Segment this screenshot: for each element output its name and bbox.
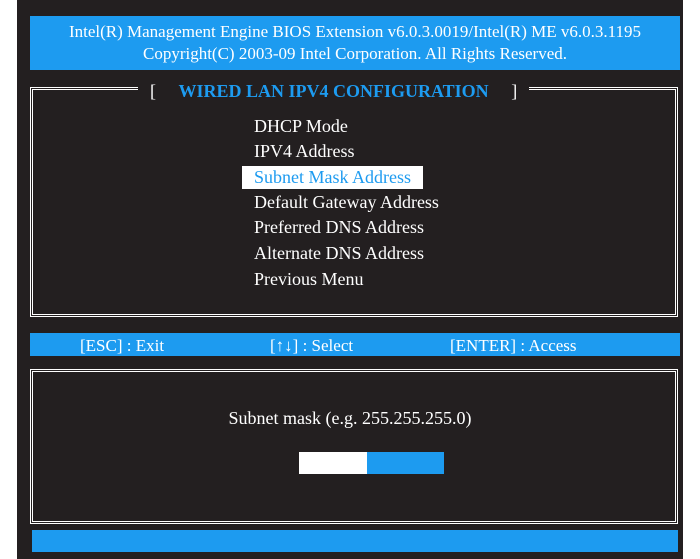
header-copyright-line: Copyright(C) 2003-09 Intel Corporation. … [142, 44, 567, 63]
menu-item-default-gateway-address[interactable]: Default Gateway Address [242, 191, 451, 214]
menu-item-ipv4-address[interactable]: IPV4 Address [242, 140, 367, 163]
title-bracket-close: ] [511, 81, 518, 101]
title-bracket-open: [ [150, 81, 156, 101]
key-help-bar: [ESC] : Exit [↑↓] : Select [ENTER] : Acc… [30, 333, 680, 356]
menu-item-alternate-dns-address[interactable]: Alternate DNS Address [242, 242, 436, 265]
menu-title: [ WIRED LAN IPV4 CONFIGURATION ] [138, 79, 530, 103]
header-version-line: Intel(R) Management Engine BIOS Extensio… [68, 22, 642, 41]
status-bar [32, 530, 678, 552]
input-prompt: Subnet mask (e.g. 255.255.255.0) [228, 408, 472, 428]
menu-item-previous-menu[interactable]: Previous Menu [242, 268, 376, 291]
bios-screen: Intel(R) Management Engine BIOS Extensio… [17, 0, 683, 559]
menu-item-subnet-mask-address[interactable]: Subnet Mask Address [242, 166, 423, 189]
input-cursor [299, 452, 367, 474]
menu-title-text: WIRED LAN IPV4 CONFIGURATION [178, 81, 489, 101]
help-select: [↑↓] : Select [270, 336, 354, 355]
help-esc-exit: [ESC] : Exit [80, 336, 165, 355]
menu-item-dhcp-mode[interactable]: DHCP Mode [242, 115, 360, 138]
bios-header: Intel(R) Management Engine BIOS Extensio… [30, 16, 680, 70]
message-frame [30, 369, 678, 524]
help-enter-access: [ENTER] : Access [450, 336, 577, 355]
subnet-mask-input[interactable] [299, 452, 444, 474]
menu-item-preferred-dns-address[interactable]: Preferred DNS Address [242, 216, 436, 239]
